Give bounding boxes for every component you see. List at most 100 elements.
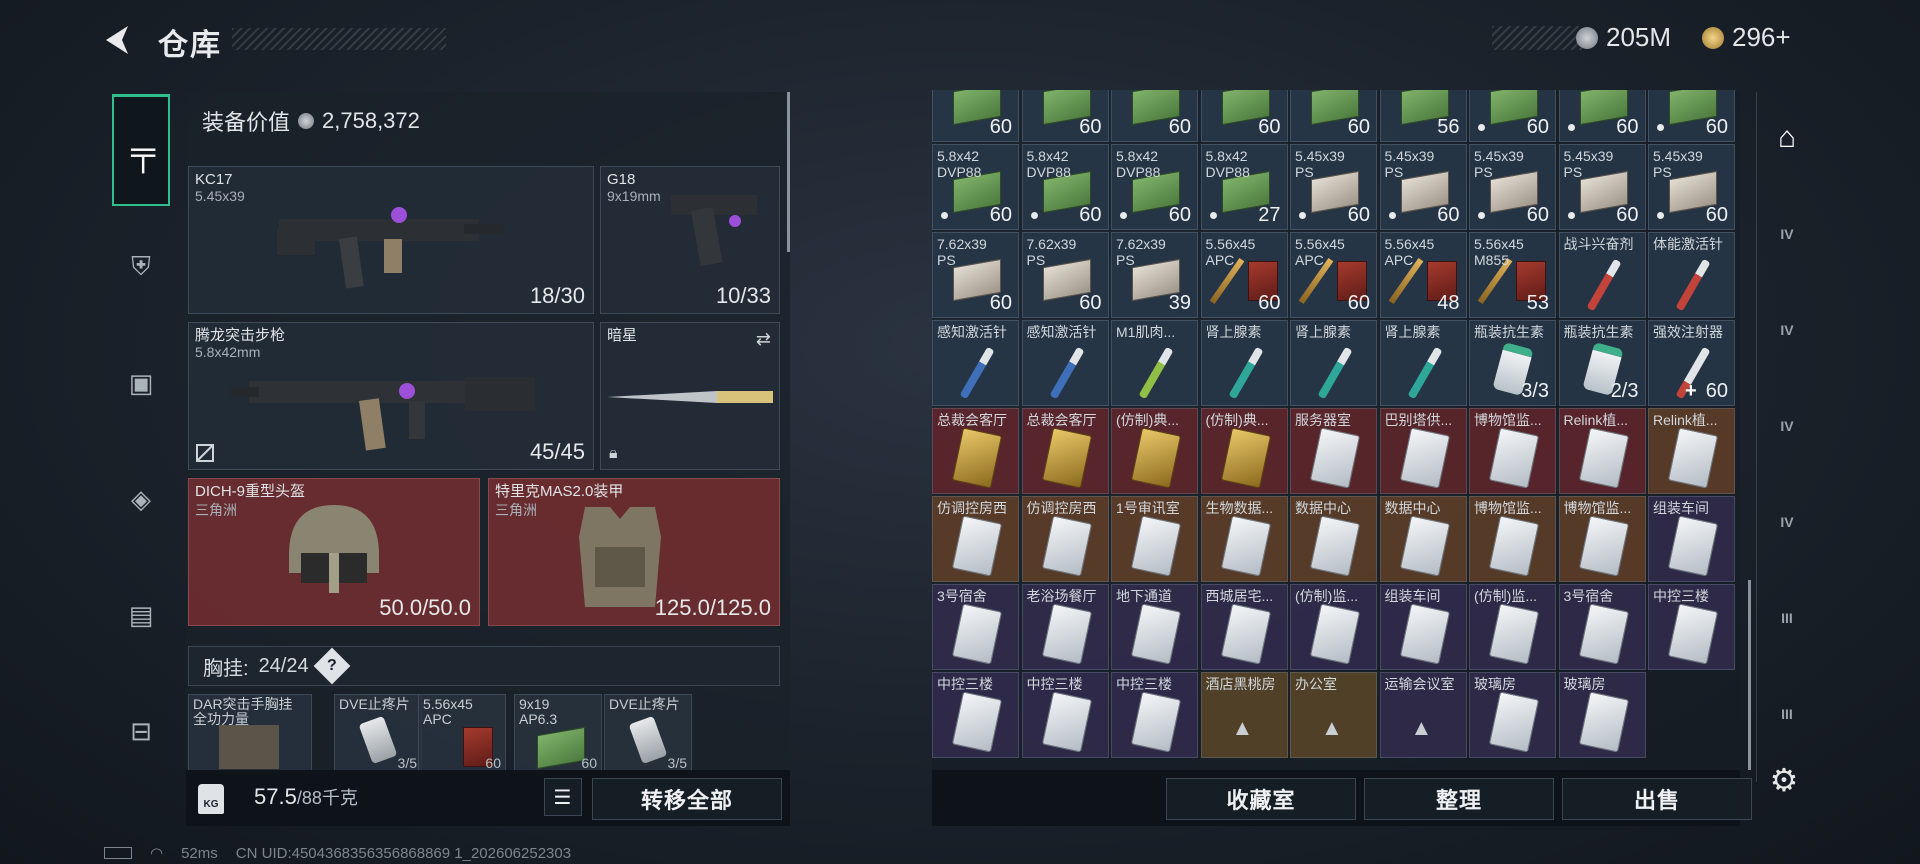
inventory-item[interactable]: M1肌肉... — [1111, 320, 1198, 406]
inventory-item[interactable]: 5...60 — [1558, 90, 1646, 142]
inventory-item[interactable]: 玻璃房 — [1558, 672, 1646, 758]
inventory-item[interactable]: ▲ 运输会议室 — [1379, 672, 1467, 758]
inventory-item[interactable]: 肾上腺素 — [1379, 320, 1467, 406]
inventory-item[interactable]: (仿制)监... — [1469, 584, 1556, 670]
inventory-item[interactable]: 5...56 — [1379, 90, 1467, 142]
inventory-item[interactable]: 5.45x39 PS 60 — [1379, 144, 1467, 230]
inventory-item[interactable]: 5.56x45 APC 60 — [1200, 232, 1288, 318]
nav-bag-icon[interactable]: ◈ — [112, 470, 170, 528]
inventory-item[interactable]: (仿制)典... — [1200, 408, 1288, 494]
inventory-item[interactable]: 5...60 — [1469, 90, 1556, 142]
inventory-item[interactable]: 瓶装抗生素 3/3 — [1469, 320, 1556, 406]
melee-slot[interactable]: 暗星 ⇄ 🔒︎ — [600, 322, 780, 470]
inventory-item[interactable]: 博物馆监... — [1558, 496, 1646, 582]
storage-tab-iii-1[interactable]: III — [1763, 594, 1811, 642]
secondary-weapon-slot[interactable]: 腾龙突击步枪 5.8x42mm 45/45 — [188, 322, 594, 470]
rig-item[interactable]: 9x19 AP6.3 60 — [514, 694, 602, 774]
rig-item[interactable]: 5.56x45 APC 60 — [418, 694, 506, 774]
swap-icon[interactable]: ⇄ — [756, 329, 771, 350]
help-icon[interactable]: ? — [313, 647, 351, 685]
inventory-item[interactable]: 5.56x45 APC 60 — [1290, 232, 1377, 318]
inventory-item[interactable]: 中控三楼 — [1021, 672, 1109, 758]
nav-vest-icon[interactable]: ⛨ — [112, 238, 170, 296]
inventory-item[interactable]: 瓶装抗生素 2/3 — [1558, 320, 1646, 406]
inventory-item[interactable]: 5.45x39 PS 60 — [1469, 144, 1556, 230]
inventory-item[interactable]: 玻璃房 — [1469, 672, 1556, 758]
inventory-item[interactable]: 中控三楼 — [1111, 672, 1198, 758]
inventory-item[interactable]: 强效注射器 +60 — [1648, 320, 1735, 406]
inventory-item[interactable]: 中控三楼 — [932, 672, 1019, 758]
inventory-item[interactable]: 服务器室 — [1290, 408, 1377, 494]
inventory-item[interactable]: 总裁会客厅 — [1021, 408, 1109, 494]
inventory-item[interactable]: 5...60 — [1200, 90, 1288, 142]
inventory-item[interactable]: 博物馆监... — [1469, 496, 1556, 582]
sell-button[interactable]: 出售 — [1562, 778, 1752, 820]
inventory-item[interactable]: 肾上腺素 — [1290, 320, 1377, 406]
inventory-item[interactable]: 组装车间 — [1379, 584, 1467, 670]
inventory-item[interactable]: 5...60 — [1021, 90, 1109, 142]
inventory-item[interactable]: 5...60 — [1111, 90, 1198, 142]
rig-item[interactable]: DAR突击手胸挂 全功力量 — [188, 694, 312, 774]
inventory-item[interactable]: 老浴场餐厅 — [1021, 584, 1109, 670]
inventory-item[interactable]: 7.62x39 PS 60 — [932, 232, 1019, 318]
rig-item[interactable]: DVE止疼片 3/5 — [604, 694, 692, 774]
inventory-item[interactable]: ▲ 酒店黑桃房 — [1200, 672, 1288, 758]
inventory-item[interactable]: 5.8x42 DVP88 60 — [1021, 144, 1109, 230]
inventory-item[interactable]: 5.8x42 DVP88 60 — [1111, 144, 1198, 230]
inventory-item[interactable]: 3号宿舍 — [1558, 584, 1646, 670]
inventory-item[interactable]: Relink植... — [1558, 408, 1646, 494]
inventory-item[interactable]: 5...60 — [1290, 90, 1377, 142]
inventory-item[interactable]: 体能激活针 — [1648, 232, 1735, 318]
primary-weapon-slot[interactable]: KC17 5.45x39 18/30 — [188, 166, 594, 314]
organize-button[interactable]: 整理 — [1364, 778, 1554, 820]
inventory-item[interactable]: 5.56x45 APC 48 — [1379, 232, 1467, 318]
helmet-slot[interactable]: DICH-9重型头盔 三角洲 50.0/50.0 — [188, 478, 480, 626]
inventory-item[interactable]: 1号审讯室 — [1111, 496, 1198, 582]
inventory-item[interactable]: Relink植... — [1648, 408, 1735, 494]
inventory-item[interactable]: 5.45x39 PS 60 — [1290, 144, 1377, 230]
inventory-item[interactable]: ▲ 办公室 — [1290, 672, 1377, 758]
inventory-item[interactable]: 肾上腺素 — [1200, 320, 1288, 406]
inventory-item[interactable]: 5.45x39 PS 60 — [1558, 144, 1646, 230]
coin-display[interactable]: 296+ — [1702, 22, 1791, 53]
back-arrow-icon[interactable] — [100, 22, 136, 58]
inventory-item[interactable]: 感知激活针 — [932, 320, 1019, 406]
nav-toolbox-icon[interactable]: ⊟ — [112, 702, 170, 760]
inventory-item[interactable]: 7.62x39 PS 60 — [1021, 232, 1109, 318]
home-storage-icon[interactable]: ⌂ — [1763, 114, 1811, 162]
storage-tab-iii-2[interactable]: III — [1763, 690, 1811, 738]
inventory-item[interactable]: (仿制)典... — [1111, 408, 1198, 494]
storage-tab-iv-2[interactable]: IV — [1763, 306, 1811, 354]
inventory-item[interactable]: 5...60 — [932, 90, 1019, 142]
list-view-icon[interactable]: ☰ — [544, 778, 582, 816]
loadout-scrollbar[interactable] — [787, 92, 790, 252]
storage-tab-iv-1[interactable]: IV — [1763, 210, 1811, 258]
inventory-item[interactable]: 5.8x42 DVP88 60 — [932, 144, 1019, 230]
inventory-item[interactable]: 战斗兴奋剂 — [1558, 232, 1646, 318]
inventory-item[interactable]: 生物数据... — [1200, 496, 1288, 582]
inventory-item[interactable]: 5.8x42 DVP88 27 — [1200, 144, 1288, 230]
nav-case-icon[interactable]: ▤ — [112, 586, 170, 644]
inventory-item[interactable]: 5.56x45 M855 53 — [1469, 232, 1556, 318]
inventory-item[interactable]: 5.8x42 DVP88 60 — [1648, 90, 1735, 142]
collection-room-button[interactable]: 收藏室 — [1166, 778, 1356, 820]
inventory-item[interactable]: 仿调控房西 — [932, 496, 1019, 582]
inventory-item[interactable]: 博物馆监... — [1469, 408, 1556, 494]
inventory-item[interactable]: 5.45x39 PS 60 — [1648, 144, 1735, 230]
storage-tab-iv-4[interactable]: IV — [1763, 498, 1811, 546]
armor-slot[interactable]: 特里克MAS2.0装甲 三角洲 125.0/125.0 — [488, 478, 780, 626]
storage-tab-iv-3[interactable]: IV — [1763, 402, 1811, 450]
sidearm-slot[interactable]: G18 9x19mm 10/33 — [600, 166, 780, 314]
nav-backpack-icon[interactable]: ▣ — [112, 354, 170, 412]
inventory-item[interactable]: 西城居宅... — [1200, 584, 1288, 670]
inventory-item[interactable]: 巴别塔供... — [1379, 408, 1467, 494]
inventory-item[interactable]: 中控三楼 — [1648, 584, 1735, 670]
inventory-item[interactable]: 仿调控房西 — [1021, 496, 1109, 582]
inventory-item[interactable]: 数据中心 — [1379, 496, 1467, 582]
inventory-item[interactable]: 总裁会客厅 — [932, 408, 1019, 494]
warehouse-scrollbar[interactable] — [1748, 580, 1751, 770]
rig-item[interactable]: DVE止疼片 3/5 — [334, 694, 422, 774]
inventory-item[interactable]: 7.62x39 PS 39 — [1111, 232, 1198, 318]
inventory-item[interactable]: 组装车间 — [1648, 496, 1735, 582]
inventory-item[interactable]: 感知激活针 — [1021, 320, 1109, 406]
